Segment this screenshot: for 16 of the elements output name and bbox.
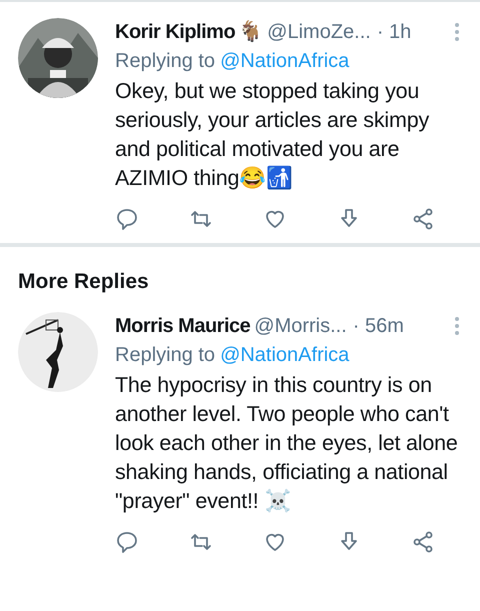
user-name[interactable]: Korir Kiplimo [115,18,236,46]
tweet-text: Okey, but we stopped taking you seriously, your articles are skimpy and political motivated you are AZIMIO thing😂🚮 [115,79,429,190]
reply-icon[interactable] [115,530,139,554]
tweet-text: The hypocrisy in this country is on another level. Two people who can't look each other in the eyes, let alone shaking hands, officiating a national "prayer" event!! ☠ [115,373,458,513]
user-handle: @LimoZe... [267,20,371,45]
emoji: 🐐 [238,19,264,45]
share-icon[interactable] [411,530,435,554]
reply-icon[interactable] [115,207,139,231]
tweet-time: · 56m [352,314,404,339]
replying-label: Replying to [115,344,216,366]
section-heading: More Replies [17,269,150,295]
user-name[interactable]: Morris Maurice [115,312,250,340]
tweet-time: · 1h [376,20,412,45]
user-handle: @Morris... [254,314,347,339]
share-icon[interactable] [411,207,435,231]
replying-label: Replying to [115,50,216,72]
